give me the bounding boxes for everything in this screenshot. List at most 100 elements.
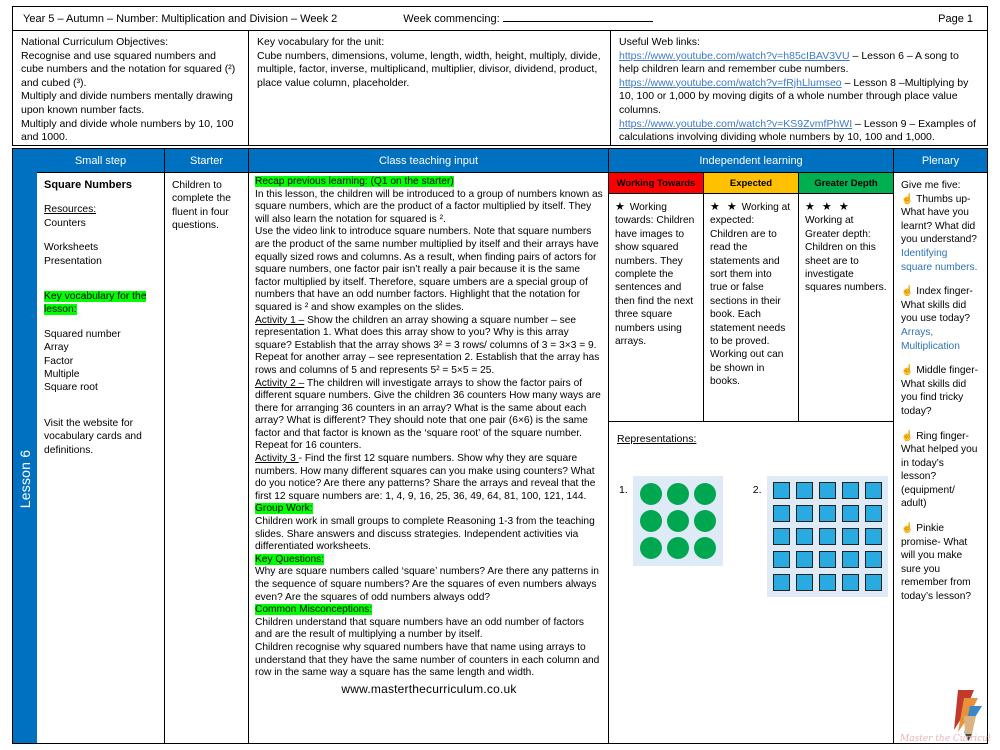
band-body-expected: ★ ★ Working at expected: Children are to…: [704, 194, 798, 421]
band-header-greater-depth: Greater Depth: [799, 173, 893, 194]
key-vocab-item: Multiple: [44, 369, 80, 381]
array-dot: [666, 510, 689, 532]
column-small-step: Small step Square Numbers Resources: Cou…: [37, 149, 164, 743]
array-dot: [639, 537, 662, 559]
array-dot: [666, 537, 689, 559]
week-commencing-label: Week commencing:: [337, 13, 653, 25]
array-square: [772, 551, 790, 568]
weblink-url[interactable]: https://www.youtube.com/watch?v=h85cIBAV…: [619, 50, 850, 62]
array-square: [795, 528, 813, 545]
curriculum-objectives-cell: National Curriculum Objectives: Recognis…: [13, 31, 249, 145]
week-commencing-blank[interactable]: [502, 20, 653, 22]
weblink-item: https://www.youtube.com/watch?v=h85cIBAV…: [619, 50, 980, 77]
array-square: [795, 505, 813, 522]
hand-icon: ☝: [901, 365, 914, 377]
starter-body: Children to complete the fluent in four …: [165, 173, 248, 743]
array-square: [841, 482, 859, 499]
small-step-body: Square Numbers Resources: Counters Works…: [37, 173, 164, 743]
band-expected: Expected ★ ★ Working at expected: Childr…: [703, 173, 798, 421]
teaching-intro: In this lesson, the children will be int…: [255, 188, 603, 225]
array-square: [772, 482, 790, 499]
star-rating: ★ ★: [710, 201, 739, 213]
vocabulary-text: Cube numbers, dimensions, volume, length…: [257, 49, 601, 89]
column-class-teaching-input: Class teaching input Recap previous lear…: [248, 149, 608, 743]
array-square: [864, 505, 882, 522]
hand-icon: ☝: [901, 430, 914, 442]
plenary-answer: Identifying square numbers.: [901, 247, 978, 273]
svg-text:Master the Curriculum: Master the Curriculum: [899, 734, 990, 744]
group-work-heading: Group Work:: [255, 503, 313, 515]
column-header-plenary: Plenary: [894, 149, 987, 173]
key-vocabulary-unit-cell: Key vocabulary for the unit: Cube number…: [249, 31, 611, 145]
objective-line: Recognise and use squared numbers and cu…: [21, 49, 236, 89]
array-dot: [693, 510, 716, 532]
logo-ribbon-icon: Master the Curriculum: [899, 690, 990, 744]
band-working-towards: Working Towards ★ Working towards: Child…: [609, 173, 703, 421]
array-square: [818, 528, 836, 545]
small-step-title: Square Numbers: [44, 179, 133, 191]
resource-item: Counters: [44, 217, 86, 229]
array-square: [864, 574, 882, 591]
weblink-item: https://www.youtube.com/watch?v=KS9ZvmfP…: [619, 118, 980, 145]
array-dot: [693, 483, 716, 505]
plenary-item: ☝ Ring finger- What helped you in today’…: [901, 430, 978, 510]
array-square: [795, 574, 813, 591]
band-greater-depth: Greater Depth ★ ★ ★ Working at Greater d…: [798, 173, 893, 421]
plenary-heading: Give me five:: [901, 180, 961, 191]
plenary-body: Give me five: ☝ Thumbs up- What have you…: [894, 173, 987, 743]
array-dot: [639, 510, 662, 532]
hand-icon: ☝: [901, 193, 914, 205]
plenary-item: ☝ Index finger- What skills did you use …: [901, 286, 973, 352]
key-questions-text: Why are square numbers called ‘square’ n…: [255, 566, 599, 603]
small-step-footer: Visit the website for vocabulary cards a…: [44, 417, 142, 456]
array-square: [818, 482, 836, 499]
array-dot: [693, 537, 716, 559]
array-dot: [666, 483, 689, 505]
activity-2: Activity 2 – The children will investiga…: [255, 377, 601, 452]
weblink-url[interactable]: https://www.youtube.com/watch?v=KS9ZvmfP…: [619, 118, 852, 130]
representation-1-number: 1.: [619, 484, 628, 496]
lesson-grid: Lesson 6 Small step Square Numbers Resou…: [12, 148, 988, 744]
document-title-bar: Year 5 – Autumn – Number: Multiplication…: [12, 6, 988, 31]
key-questions-heading: Key Questions:: [255, 553, 325, 565]
array-square: [818, 574, 836, 591]
column-header-class-teaching-input: Class teaching input: [249, 149, 608, 173]
array-square: [795, 551, 813, 568]
array-square: [841, 551, 859, 568]
plenary-item: ☝ Middle finger- What skills did you fin…: [901, 365, 979, 417]
star-rating: ★ ★ ★: [805, 201, 851, 213]
lesson-plan-page: Year 5 – Autumn – Number: Multiplication…: [0, 0, 1000, 750]
objectives-heading: National Curriculum Objectives:: [21, 36, 169, 48]
array-square: [818, 505, 836, 522]
representation-2-array: [766, 476, 888, 597]
representations-label: Representations:: [617, 433, 697, 445]
key-vocab-heading: Key vocabulary for the lesson:: [44, 291, 147, 316]
weblink-url[interactable]: https://www.youtube.com/watch?v=fRjhLlum…: [619, 77, 842, 89]
array-square: [841, 528, 859, 545]
activity-1: Activity 1 – Show the children an array …: [255, 314, 600, 376]
column-header-independent-learning: Independent learning: [609, 149, 893, 173]
array-square: [818, 551, 836, 568]
objective-line: Multiply and divide numbers mentally dra…: [21, 90, 233, 116]
band-body-greater-depth: ★ ★ ★ Working at Greater depth: Children…: [799, 194, 893, 421]
resource-item: Presentation: [44, 255, 102, 267]
misconceptions-heading: Common Misconceptions:: [255, 604, 373, 616]
array-square: [864, 482, 882, 499]
vocabulary-heading: Key vocabulary for the unit:: [257, 36, 385, 48]
website-url[interactable]: www.masterthecurriculum.co.uk: [255, 683, 603, 696]
band-text: Working towards: Children have images to…: [615, 202, 695, 348]
key-vocab-item: Array: [44, 342, 69, 354]
key-vocab-item: Squared number: [44, 328, 121, 340]
array-square: [841, 505, 859, 522]
array-square: [864, 551, 882, 568]
column-starter: Starter Children to complete the fluent …: [164, 149, 248, 743]
representation-2-number: 2.: [752, 484, 762, 496]
misconceptions-text: Children understand that square numbers …: [255, 616, 585, 641]
array-square: [841, 574, 859, 591]
info-row: National Curriculum Objectives: Recognis…: [12, 31, 988, 146]
representations-section: Representations: 1. 2.: [609, 421, 893, 743]
column-independent-learning: Independent learning Working Towards ★ W…: [608, 149, 893, 743]
misconceptions-text: Children recognise why squared numbers h…: [255, 641, 600, 679]
array-square: [864, 528, 882, 545]
column-header-small-step: Small step: [37, 149, 164, 173]
